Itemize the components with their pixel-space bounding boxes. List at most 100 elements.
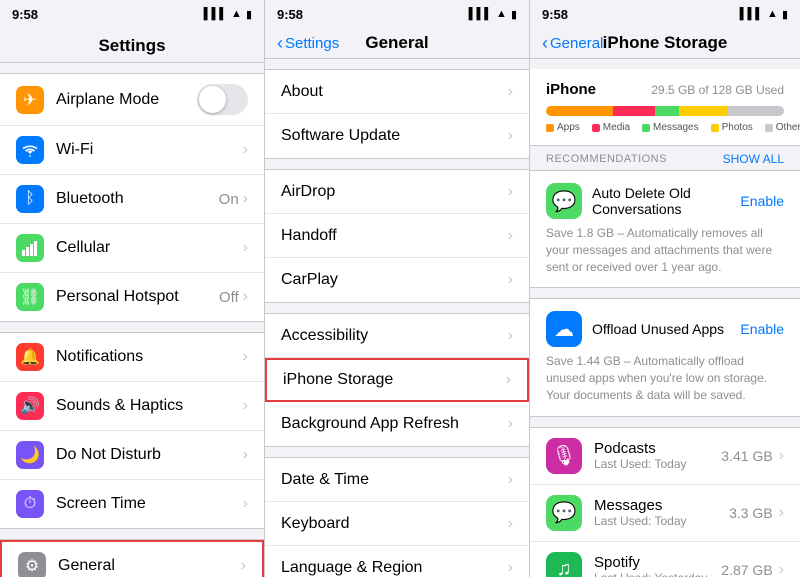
storage-size-label: 29.5 GB of 128 GB Used bbox=[651, 83, 784, 97]
airplane-toggle[interactable] bbox=[197, 84, 248, 115]
notifications-icon: 🔔 bbox=[16, 343, 44, 371]
airplane-icon: ✈ bbox=[16, 86, 44, 114]
general-back-button[interactable]: ‹ Settings bbox=[277, 34, 339, 52]
settings-item-cellular[interactable]: Cellular › bbox=[0, 224, 264, 273]
status-icons-2: ▌▌▌ ▲ ▮ bbox=[469, 8, 517, 21]
battery-status-icon-2: ▮ bbox=[511, 8, 517, 21]
general-item-accessibility[interactable]: Accessibility › bbox=[265, 314, 529, 358]
about-label: About bbox=[281, 83, 508, 101]
language-chevron: › bbox=[508, 559, 513, 577]
settings-section-3: ⚙ General › ⊞ Control Center › ☀ Display… bbox=[0, 539, 264, 577]
wifi-status-icon-2: ▲ bbox=[496, 8, 507, 20]
settings-item-donotdisturb[interactable]: 🌙 Do Not Disturb › bbox=[0, 431, 264, 480]
general-item-language[interactable]: Language & Region › bbox=[265, 546, 529, 577]
settings-item-general[interactable]: ⚙ General › bbox=[0, 540, 264, 577]
airdrop-label: AirDrop bbox=[281, 183, 508, 201]
signal-icon: ▌▌▌ bbox=[204, 8, 227, 20]
show-all-button[interactable]: SHOW ALL bbox=[723, 152, 784, 166]
storage-legend: Apps Media Messages Photos Other bbox=[546, 122, 784, 133]
general-item-handoff[interactable]: Handoff › bbox=[265, 214, 529, 258]
wifi-label: Wi-Fi bbox=[56, 141, 243, 159]
general-item-softwareupdate[interactable]: Software Update › bbox=[265, 114, 529, 158]
podcasts-info: Podcasts Last Used: Today bbox=[594, 440, 721, 471]
general-nav-header: ‹ Settings General bbox=[265, 28, 529, 59]
wifi-status-icon: ▲ bbox=[231, 8, 242, 20]
general-section-4: Date & Time › Keyboard › Language & Regi… bbox=[265, 457, 529, 577]
rec-card-autodelete: 💬 Auto Delete Old Conversations Enable S… bbox=[530, 170, 800, 288]
general-item-datetime[interactable]: Date & Time › bbox=[265, 458, 529, 502]
handoff-chevron: › bbox=[508, 227, 513, 245]
messages-name: Messages bbox=[594, 497, 729, 514]
backgroundrefresh-chevron: › bbox=[508, 415, 513, 433]
accessibility-chevron: › bbox=[508, 327, 513, 345]
storage-nav-header: ‹ General iPhone Storage bbox=[530, 28, 800, 59]
status-bar-3: 9:58 ▌▌▌ ▲ ▮ bbox=[530, 0, 800, 28]
settings-item-bluetooth[interactable]: ᛒ Bluetooth On › bbox=[0, 175, 264, 224]
back-label: Settings bbox=[285, 35, 339, 52]
settings-item-notifications[interactable]: 🔔 Notifications › bbox=[0, 333, 264, 382]
bar-photos bbox=[679, 106, 727, 116]
carplay-label: CarPlay bbox=[281, 271, 508, 289]
podcasts-lastused: Last Used: Today bbox=[594, 457, 721, 471]
legend-apps-dot bbox=[546, 124, 554, 132]
screentime-icon: ⏱ bbox=[16, 490, 44, 518]
settings-item-airplane[interactable]: ✈ Airplane Mode bbox=[0, 74, 264, 126]
softwareupdate-label: Software Update bbox=[281, 127, 508, 145]
accessibility-label: Accessibility bbox=[281, 327, 508, 345]
settings-item-hotspot[interactable]: ⛓ Personal Hotspot Off › bbox=[0, 273, 264, 321]
settings-item-wifi[interactable]: Wi-Fi › bbox=[0, 126, 264, 175]
legend-messages: Messages bbox=[642, 122, 699, 133]
app-item-podcasts[interactable]: 🎙 Podcasts Last Used: Today 3.41 GB › bbox=[530, 428, 800, 485]
storage-scroll[interactable]: iPhone 29.5 GB of 128 GB Used Apps Media bbox=[530, 59, 800, 577]
handoff-label: Handoff bbox=[281, 227, 508, 245]
offload-desc: Save 1.44 GB – Automatically offload unu… bbox=[546, 353, 784, 403]
messages-size: 3.3 GB bbox=[729, 505, 773, 521]
storage-device-label: iPhone bbox=[546, 81, 596, 98]
app-item-spotify[interactable]: ♫ Spotify Last Used: Yesterday 2.87 GB › bbox=[530, 542, 800, 577]
status-icons-3: ▌▌▌ ▲ ▮ bbox=[740, 8, 788, 21]
general-item-about[interactable]: About › bbox=[265, 70, 529, 114]
iphonestorage-chevron: › bbox=[506, 371, 511, 389]
recommendations-header: RECOMMENDATIONS SHOW ALL bbox=[530, 146, 800, 170]
status-time-1: 9:58 bbox=[12, 7, 38, 22]
general-item-carplay[interactable]: CarPlay › bbox=[265, 258, 529, 302]
datetime-chevron: › bbox=[508, 471, 513, 489]
status-icons-1: ▌▌▌ ▲ ▮ bbox=[204, 8, 252, 21]
wifi-chevron: › bbox=[243, 141, 248, 159]
legend-photos: Photos bbox=[711, 122, 753, 133]
podcasts-icon: 🎙 bbox=[546, 438, 582, 474]
settings-item-screentime[interactable]: ⏱ Screen Time › bbox=[0, 480, 264, 528]
airdrop-chevron: › bbox=[508, 183, 513, 201]
keyboard-chevron: › bbox=[508, 515, 513, 533]
iphonestorage-label: iPhone Storage bbox=[283, 371, 506, 389]
cellular-chevron: › bbox=[243, 239, 248, 257]
rec-card-offload: ☁ Offload Unused Apps Enable Save 1.44 G… bbox=[530, 298, 800, 416]
bluetooth-icon: ᛒ bbox=[16, 185, 44, 213]
hotspot-chevron: › bbox=[243, 288, 248, 306]
general-item-backgroundrefresh[interactable]: Background App Refresh › bbox=[265, 402, 529, 446]
autodelete-enable-button[interactable]: Enable bbox=[740, 193, 784, 209]
hotspot-icon: ⛓ bbox=[16, 283, 44, 311]
sounds-label: Sounds & Haptics bbox=[56, 397, 243, 415]
bluetooth-value: On bbox=[219, 191, 239, 208]
signal-icon-3: ▌▌▌ bbox=[740, 8, 763, 20]
bar-media bbox=[613, 106, 656, 116]
datetime-label: Date & Time bbox=[281, 471, 508, 489]
spotify-icon: ♫ bbox=[546, 552, 582, 577]
settings-scroll[interactable]: ✈ Airplane Mode Wi-Fi › ᛒ Bluetooth On › bbox=[0, 63, 264, 577]
offload-enable-button[interactable]: Enable bbox=[740, 321, 784, 337]
rec-offload-title-row: Offload Unused Apps Enable bbox=[592, 321, 784, 337]
storage-back-button[interactable]: ‹ General bbox=[542, 34, 603, 52]
podcasts-chevron: › bbox=[779, 447, 784, 465]
general-item-airdrop[interactable]: AirDrop › bbox=[265, 170, 529, 214]
app-item-messages[interactable]: 💬 Messages Last Used: Today 3.3 GB › bbox=[530, 485, 800, 542]
general-item-keyboard[interactable]: Keyboard › bbox=[265, 502, 529, 546]
general-scroll[interactable]: About › Software Update › AirDrop › Hand… bbox=[265, 59, 529, 577]
about-chevron: › bbox=[508, 83, 513, 101]
settings-item-sounds[interactable]: 🔊 Sounds & Haptics › bbox=[0, 382, 264, 431]
screentime-label: Screen Time bbox=[56, 495, 243, 513]
battery-status-icon-3: ▮ bbox=[782, 8, 788, 21]
general-item-iphonestorage[interactable]: iPhone Storage › bbox=[265, 358, 529, 402]
rec-offload-header: ☁ Offload Unused Apps Enable bbox=[546, 311, 784, 347]
carplay-chevron: › bbox=[508, 271, 513, 289]
